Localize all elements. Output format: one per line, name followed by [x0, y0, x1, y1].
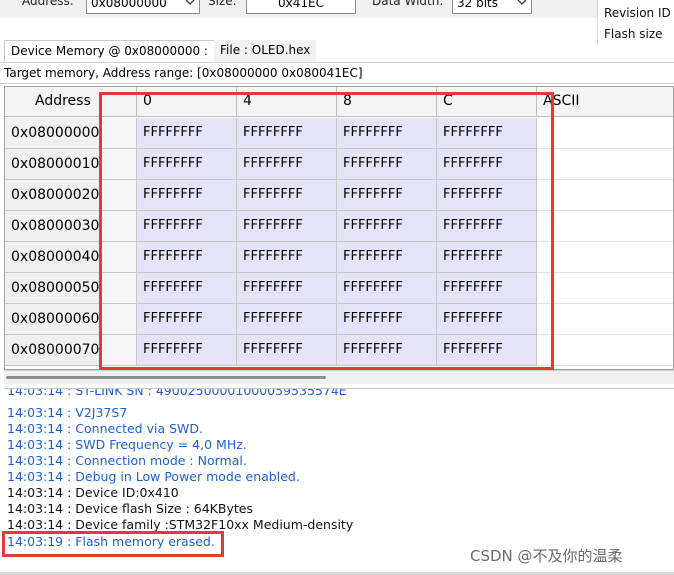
memory-cell[interactable]: FFFFFFFF: [137, 335, 237, 366]
memory-table: Address 0 4 8 C ASCII 0x08000000 FFFFFFF…: [4, 86, 674, 370]
row-spacer: [101, 304, 137, 335]
memory-cell[interactable]: FFFFFFFF: [437, 242, 537, 273]
header-address: Address: [5, 87, 137, 117]
row-address: 0x08000010: [5, 149, 101, 180]
ascii-cell: [537, 118, 673, 149]
row-address: 0x08000060: [5, 304, 101, 335]
row-spacer: [101, 180, 137, 211]
row-address: 0x08000030: [5, 211, 101, 242]
ascii-cell: [537, 242, 673, 273]
address-value: 0x08000000: [91, 0, 167, 10]
row-address: 0x08000070: [5, 335, 101, 366]
ascii-cell: [537, 304, 673, 335]
memory-cell[interactable]: FFFFFFFF: [237, 149, 337, 180]
row-address: 0x08000020: [5, 180, 101, 211]
memory-cell[interactable]: FFFFFFFF: [137, 118, 237, 149]
row-spacer: [101, 273, 137, 304]
data-width-select[interactable]: 32 bits: [452, 0, 532, 14]
memory-cell[interactable]: FFFFFFFF: [137, 180, 237, 211]
header-col-4: 4: [237, 87, 337, 117]
log-line: 14:03:14 : Device ID:0x410: [7, 485, 179, 500]
size-input[interactable]: 0x41EC: [246, 0, 356, 14]
size-value: 0x41EC: [278, 0, 324, 10]
ascii-cell: [537, 335, 673, 366]
memory-cell[interactable]: FFFFFFFF: [437, 273, 537, 304]
log-line: 14:03:14 : ST-LINK SN : 4900250000100005…: [7, 388, 347, 398]
memory-cell[interactable]: FFFFFFFF: [237, 118, 337, 149]
device-info-panel: Revision ID Flash size: [597, 0, 674, 45]
ascii-cell: [537, 273, 673, 304]
toolbar: Address: 0x08000000 Size: 0x41EC Data Wi…: [0, 0, 674, 18]
memory-cell[interactable]: FFFFFFFF: [337, 149, 437, 180]
revision-id-label: Revision ID: [604, 6, 671, 20]
log-line: 14:03:14 : Debug in Low Power mode enabl…: [7, 469, 300, 484]
tab-device-memory[interactable]: Device Memory @ 0x08000000 :: [4, 40, 215, 62]
scrollbar-thumb[interactable]: [6, 376, 326, 379]
address-label: Address:: [22, 0, 74, 8]
header-ascii: ASCII: [537, 87, 673, 117]
log-line: 14:03:14 : Device family :STM32F10xx Med…: [7, 517, 354, 532]
memory-cell[interactable]: FFFFFFFF: [437, 149, 537, 180]
memory-cell[interactable]: FFFFFFFF: [137, 149, 237, 180]
memory-cell[interactable]: FFFFFFFF: [237, 335, 337, 366]
row-address: 0x08000040: [5, 242, 101, 273]
memory-cell[interactable]: FFFFFFFF: [237, 273, 337, 304]
log-line: 14:03:14 : Connection mode : Normal.: [7, 453, 247, 468]
ascii-cell: [537, 149, 673, 180]
memory-cell[interactable]: FFFFFFFF: [337, 180, 437, 211]
log-line: 14:03:14 : Device flash Size : 64KBytes: [7, 501, 253, 516]
tab-bar: Device Memory @ 0x08000000 : File : OLED…: [0, 40, 597, 62]
data-width-value: 32 bits: [457, 0, 498, 10]
chevron-down-icon: [185, 0, 195, 5]
row-spacer: [101, 242, 137, 273]
memory-cell[interactable]: FFFFFFFF: [437, 118, 537, 149]
memory-cell[interactable]: FFFFFFFF: [337, 273, 437, 304]
header-col-c: C: [437, 87, 537, 117]
memory-cell[interactable]: FFFFFFFF: [137, 242, 237, 273]
log-line: 14:03:14 : SWD Frequency = 4,0 MHz.: [7, 437, 247, 452]
row-spacer: [101, 335, 137, 366]
log-line: 14:03:14 : V2J37S7: [7, 405, 128, 420]
tab-file[interactable]: File : OLED.hex: [214, 40, 317, 62]
ascii-cell: [537, 211, 673, 242]
memory-cell[interactable]: FFFFFFFF: [337, 211, 437, 242]
memory-cell[interactable]: FFFFFFFF: [437, 335, 537, 366]
flash-size-label: Flash size: [604, 27, 663, 41]
target-memory-info: Target memory, Address range: [0x0800000…: [0, 62, 674, 84]
row-address: 0x08000050: [5, 273, 101, 304]
address-select[interactable]: 0x08000000: [86, 0, 200, 14]
memory-cell[interactable]: FFFFFFFF: [437, 304, 537, 335]
memory-cell[interactable]: FFFFFFFF: [237, 211, 337, 242]
size-label: Size:: [208, 0, 237, 8]
data-width-label: Data Width:: [372, 0, 444, 8]
memory-cell[interactable]: FFFFFFFF: [237, 304, 337, 335]
watermark: CSDN @不及你的温柔: [470, 547, 623, 565]
memory-cell[interactable]: FFFFFFFF: [437, 211, 537, 242]
log-line: 14:03:14 : Connected via SWD.: [7, 421, 203, 436]
horizontal-scrollbar[interactable]: [4, 370, 674, 384]
memory-cell[interactable]: FFFFFFFF: [337, 118, 437, 149]
memory-cell[interactable]: FFFFFFFF: [137, 273, 237, 304]
memory-cell[interactable]: FFFFFFFF: [237, 242, 337, 273]
row-spacer: [101, 149, 137, 180]
row-spacer: [101, 211, 137, 242]
memory-cell[interactable]: FFFFFFFF: [137, 211, 237, 242]
memory-cell[interactable]: FFFFFFFF: [437, 180, 537, 211]
row-address: 0x08000000: [5, 118, 101, 149]
memory-cell[interactable]: FFFFFFFF: [337, 242, 437, 273]
memory-cell[interactable]: FFFFFFFF: [137, 304, 237, 335]
memory-cell[interactable]: FFFFFFFF: [337, 335, 437, 366]
header-col-8: 8: [337, 87, 437, 117]
ascii-cell: [537, 180, 673, 211]
row-spacer: [101, 118, 137, 149]
memory-cell[interactable]: FFFFFFFF: [237, 180, 337, 211]
log-line-flash-erased: 14:03:19 : Flash memory erased.: [7, 534, 215, 549]
header-col-0: 0: [137, 87, 237, 117]
chevron-down-icon: [517, 0, 527, 5]
memory-cell[interactable]: FFFFFFFF: [337, 304, 437, 335]
